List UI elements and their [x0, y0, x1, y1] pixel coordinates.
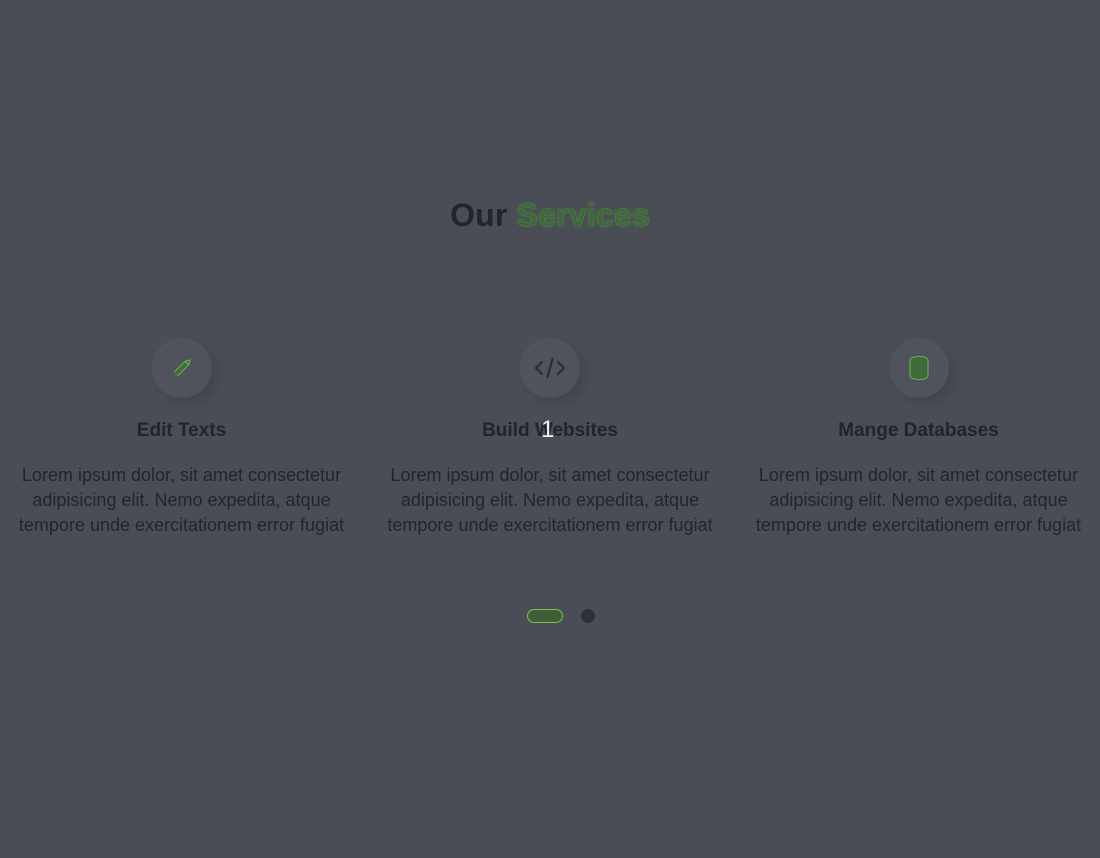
service-card-edit-texts: Edit Texts Lorem ipsum dolor, sit amet c…	[9, 338, 354, 538]
database-icon	[888, 338, 949, 398]
service-title: Mange Databases	[838, 420, 999, 441]
carousel-pagination	[0, 609, 1100, 623]
pagination-dot[interactable]	[581, 609, 595, 623]
pagination-dot-active[interactable]	[527, 609, 563, 623]
services-section: Our Services Edit Texts Lorem ipsum dolo…	[0, 0, 1100, 858]
service-description: Lorem ipsum dolor, sit amet consectetur …	[18, 465, 345, 535]
heading-accent: Services	[516, 197, 650, 233]
slide-number-label: 1	[541, 416, 555, 443]
service-card-manage-databases: Mange Databases Lorem ipsum dolor, sit a…	[746, 338, 1091, 538]
section-heading: Our Services	[0, 195, 1100, 235]
code-icon	[520, 338, 580, 398]
service-title: Edit Texts	[136, 420, 227, 441]
heading-prefix: Our	[450, 197, 508, 233]
service-description: Lorem ipsum dolor, sit amet consectetur …	[755, 465, 1082, 535]
service-description: Lorem ipsum dolor, sit amet consectetur …	[387, 465, 713, 535]
pencil-icon	[151, 338, 212, 398]
